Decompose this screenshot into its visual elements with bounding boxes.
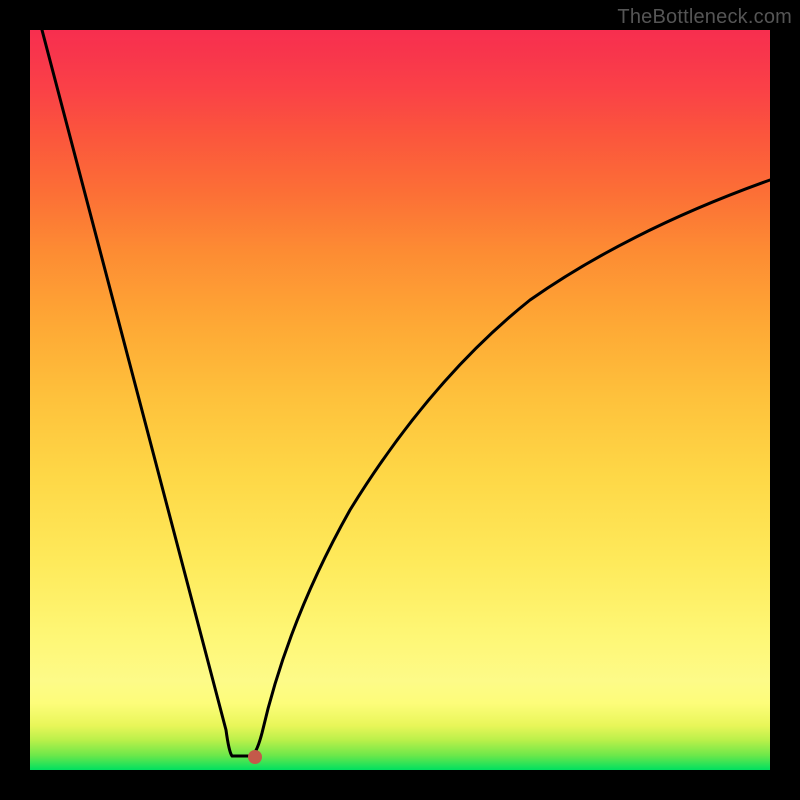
chart-frame: TheBottleneck.com (0, 0, 800, 800)
min-marker (248, 750, 262, 764)
watermark-text: TheBottleneck.com (617, 6, 792, 29)
curve-left-branch (42, 30, 232, 756)
curve-right-branch (252, 180, 770, 756)
chart-curve-layer (30, 30, 770, 770)
